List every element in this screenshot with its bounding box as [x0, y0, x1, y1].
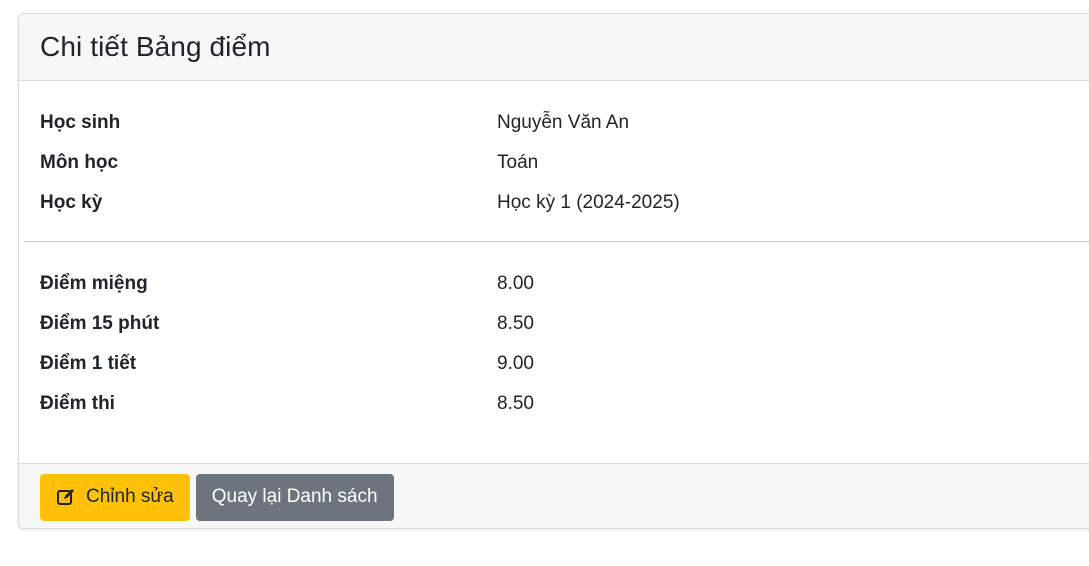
subject-label: Môn học [40, 152, 119, 173]
exam-score-label: Điểm thi [40, 393, 115, 414]
fifteen-minute-score-label: Điểm 15 phút [40, 313, 160, 334]
score-list: Điểm miệng 8.00 Điểm 15 phút 8.50 Điểm 1… [40, 264, 1089, 424]
edit-icon [56, 487, 76, 507]
semester-value: Học kỳ 1 (2024-2025) [497, 192, 680, 213]
info-row-semester: Học kỳ Học kỳ 1 (2024-2025) [40, 183, 1089, 223]
score-row-one-period: Điểm 1 tiết 9.00 [40, 344, 1089, 384]
oral-score-value: 8.00 [497, 273, 534, 294]
student-value: Nguyễn Văn An [497, 112, 630, 133]
student-info-list: Học sinh Nguyễn Văn An Môn học Toán Học … [40, 103, 1089, 223]
student-label: Học sinh [40, 112, 121, 133]
one-period-score-label: Điểm 1 tiết [40, 353, 137, 374]
info-row-subject: Môn học Toán [40, 143, 1089, 183]
semester-label: Học kỳ [40, 192, 103, 213]
score-detail-card: Chi tiết Bảng điểm Học sinh Nguyễn Văn A… [18, 13, 1089, 529]
card-header: Chi tiết Bảng điểm [19, 14, 1089, 81]
info-row-student: Học sinh Nguyễn Văn An [40, 103, 1089, 143]
one-period-score-value: 9.00 [497, 353, 534, 374]
page-title: Chi tiết Bảng điểm [40, 31, 271, 62]
section-divider [24, 241, 1089, 242]
exam-score-value: 8.50 [497, 393, 534, 414]
card-body: Học sinh Nguyễn Văn An Môn học Toán Học … [19, 81, 1089, 463]
score-row-exam: Điểm thi 8.50 [40, 384, 1089, 424]
card-footer: Chỉnh sửa Quay lại Danh sách [19, 463, 1089, 528]
back-to-list-button[interactable]: Quay lại Danh sách [195, 473, 394, 521]
back-to-list-label: Quay lại Danh sách [211, 486, 378, 507]
edit-button-label: Chỉnh sửa [86, 486, 174, 507]
score-row-15-minute: Điểm 15 phút 8.50 [40, 304, 1089, 344]
edit-button[interactable]: Chỉnh sửa [40, 473, 190, 521]
subject-value: Toán [497, 152, 539, 173]
oral-score-label: Điểm miệng [40, 273, 148, 294]
fifteen-minute-score-value: 8.50 [497, 313, 534, 334]
score-row-oral: Điểm miệng 8.00 [40, 264, 1089, 304]
